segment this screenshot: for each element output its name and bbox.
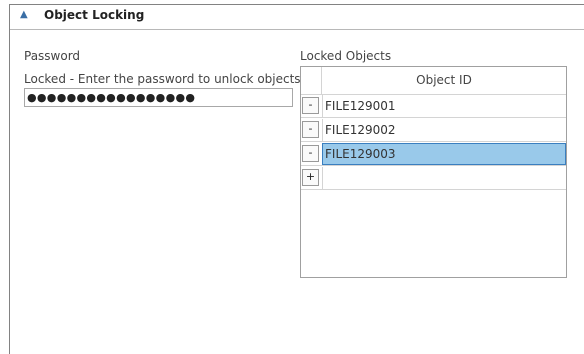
object-id-cell[interactable]: FILE129001 — [322, 95, 566, 117]
password-field[interactable]: ●●●●●●●●●●●●●●●●● — [24, 88, 293, 107]
new-row[interactable]: + — [301, 167, 566, 190]
locked-objects-grid: Object ID - FILE129001 - FILE129002 - FI… — [300, 66, 567, 278]
grid-header: Object ID — [301, 67, 566, 95]
password-label: Password — [24, 49, 81, 63]
object-id-column-header[interactable]: Object ID — [322, 67, 566, 94]
object-id-cell[interactable]: FILE129002 — [322, 119, 566, 141]
section-header[interactable]: ▲ Object Locking — [10, 5, 584, 30]
password-status-label: Locked - Enter the password to unlock ob… — [24, 72, 301, 86]
table-row-selected[interactable]: - FILE129003 — [301, 143, 566, 166]
table-row[interactable]: - FILE129001 — [301, 95, 566, 118]
locked-objects-label: Locked Objects — [300, 49, 392, 63]
object-locking-panel: ▲ Object Locking Password Locked - Enter… — [9, 4, 584, 354]
remove-row-button[interactable]: - — [302, 145, 319, 162]
add-row-button[interactable]: + — [302, 169, 319, 186]
section-title: Object Locking — [44, 8, 145, 22]
remove-row-button[interactable]: - — [302, 97, 319, 114]
remove-row-button[interactable]: - — [302, 121, 319, 138]
object-id-cell[interactable]: FILE129003 — [322, 143, 566, 165]
chevron-up-icon[interactable]: ▲ — [20, 7, 30, 23]
new-object-id-cell[interactable] — [322, 167, 566, 189]
table-row[interactable]: - FILE129002 — [301, 119, 566, 142]
grid-corner — [301, 67, 322, 94]
